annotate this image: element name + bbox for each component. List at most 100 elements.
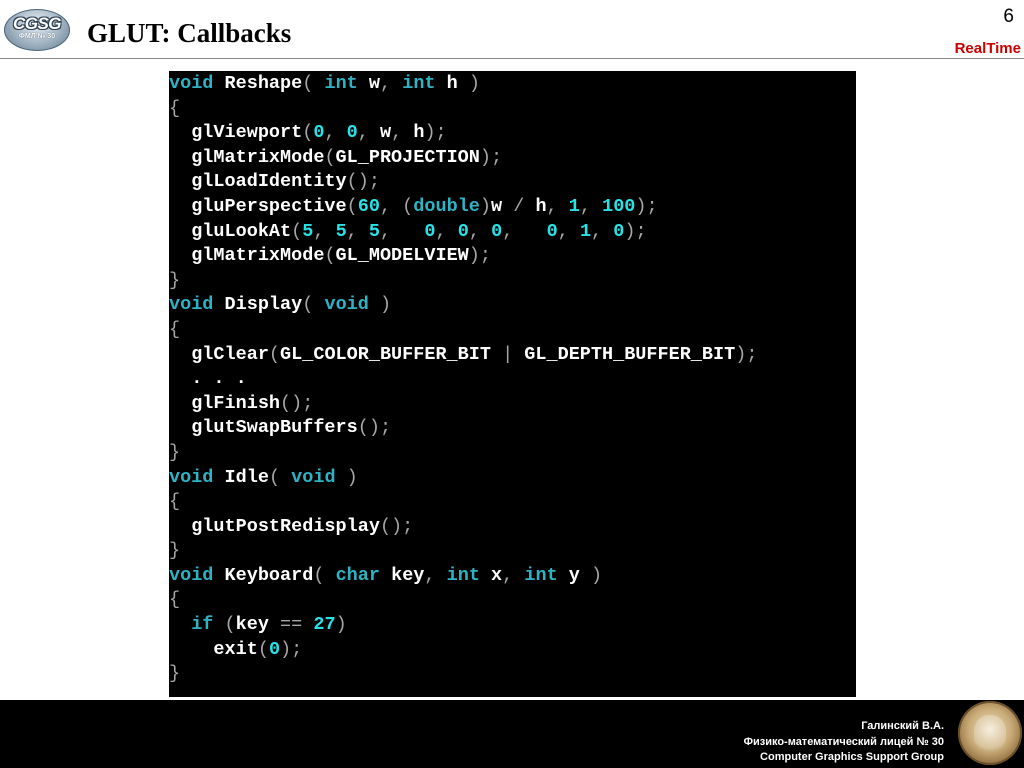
code-token: } — [169, 441, 181, 463]
code-token: int — [402, 73, 436, 94]
code-token: h — [535, 195, 547, 217]
code-token: 0 — [313, 122, 325, 144]
code-line: } — [169, 539, 856, 564]
code-token: glutSwapBuffers — [169, 417, 358, 439]
code-token: ) — [479, 195, 492, 217]
code-token: } — [169, 540, 181, 562]
code-token: 0 — [457, 220, 469, 242]
cgsg-logo: CGSG ФМЛ № 30 — [4, 9, 70, 51]
code-line: glViewport(0, 0, w, h); — [169, 121, 856, 146]
code-line: glMatrixMode(GL_MODELVIEW); — [169, 244, 856, 269]
code-line: exit(0); — [169, 638, 856, 663]
code-token: GL_PROJECTION — [335, 146, 480, 168]
code-token: 0 — [546, 220, 558, 242]
code-token: h — [413, 122, 425, 144]
code-token: glFinish — [169, 392, 281, 414]
code-token: ); — [280, 638, 303, 660]
code-token: char — [335, 564, 380, 586]
code-token: ); — [424, 122, 447, 144]
code-token: , — [380, 220, 425, 242]
code-line: void Display( void ) — [169, 293, 856, 318]
code-token: 60 — [357, 195, 380, 217]
code-line: . . . — [169, 367, 856, 392]
code-token: ( — [324, 245, 336, 267]
code-line: gluPerspective(60, (double)w / h, 1, 100… — [169, 195, 856, 220]
code-token: , — [357, 122, 380, 144]
code-token: ( — [313, 564, 336, 586]
seal-portrait — [974, 715, 1006, 751]
code-token: void — [169, 73, 214, 94]
code-token: , — [313, 220, 336, 242]
code-token: y — [557, 564, 580, 586]
code-token: int — [446, 564, 480, 586]
code-token: , — [324, 122, 347, 144]
code-lines: void Reshape( int w, int h ){ glViewport… — [169, 71, 856, 687]
code-line: glMatrixMode(GL_PROJECTION); — [169, 146, 856, 171]
code-token: Keyboard — [213, 564, 314, 586]
code-token: glutPostRedisplay — [169, 515, 380, 537]
page-number: 6 — [1003, 6, 1014, 27]
code-token: ); — [635, 195, 658, 217]
code-token: gluLookAt — [169, 220, 292, 242]
code-token: glClear — [169, 343, 269, 365]
code-token: 1 — [579, 220, 592, 242]
logo-text: CGSG — [12, 14, 62, 33]
code-token: glViewport — [169, 122, 303, 144]
code-token: gluPerspective — [169, 195, 347, 217]
code-line: void Keyboard( char key, int x, int y ) — [169, 564, 856, 589]
code-line: { — [169, 490, 856, 515]
code-token: , — [424, 564, 447, 586]
footer-author: Галинский В.А. — [861, 720, 944, 732]
code-listing: void Reshape( int w, int h ){ glViewport… — [169, 71, 856, 697]
code-line: glLoadIdentity(); — [169, 170, 856, 195]
code-token: ( — [291, 220, 303, 242]
code-token: ) — [579, 564, 603, 586]
code-token: GL_MODELVIEW — [335, 245, 469, 267]
code-token: 100 — [602, 195, 636, 217]
code-token: (); — [346, 171, 380, 193]
code-token: w — [491, 195, 503, 217]
code-token: (); — [280, 392, 314, 414]
code-token: , — [546, 195, 569, 217]
title-divider — [0, 58, 1024, 59]
code-token: , — [557, 220, 580, 242]
code-token: } — [169, 663, 181, 685]
code-token: void — [169, 564, 214, 586]
code-token: , — [435, 220, 458, 242]
code-token: glLoadIdentity — [169, 171, 347, 193]
code-token: glMatrixMode — [169, 245, 325, 267]
school-seal-icon — [958, 701, 1022, 765]
code-line: if (key == 27) — [169, 613, 856, 638]
code-token: ( — [324, 146, 336, 168]
code-token: , — [380, 73, 403, 94]
code-token: , — [391, 122, 414, 144]
code-token: , — [468, 220, 492, 242]
code-token: Display — [213, 294, 303, 316]
code-token: void — [291, 466, 336, 488]
code-line: } — [169, 269, 856, 294]
code-line: gluLookAt(5, 5, 5, 0, 0, 0, 0, 1, 0); — [169, 220, 856, 245]
code-token: 0 — [424, 220, 436, 242]
realtime-brand: RealTime — [954, 40, 1021, 57]
code-token: void — [169, 466, 214, 488]
code-token: ); — [479, 146, 503, 168]
code-token: ); — [468, 245, 491, 267]
logo-subtext: ФМЛ № 30 — [18, 33, 56, 40]
code-token: { — [169, 97, 181, 119]
code-token: 0 — [491, 220, 503, 242]
code-token: , — [502, 220, 547, 242]
code-token: , — [591, 220, 614, 242]
code-line: glClear(GL_COLOR_BUFFER_BIT | GL_DEPTH_B… — [169, 343, 856, 368]
code-token: GL_DEPTH_BUFFER_BIT — [524, 343, 736, 365]
code-token: 0 — [613, 220, 625, 242]
code-token: ( — [302, 122, 314, 144]
code-line: } — [169, 662, 856, 687]
code-token: int — [324, 73, 358, 94]
code-line: glutSwapBuffers(); — [169, 416, 856, 441]
code-line: { — [169, 588, 856, 613]
slide-title: GLUT: Callbacks — [87, 18, 292, 48]
code-token: , — [579, 195, 603, 217]
code-token: } — [169, 269, 181, 291]
code-token: 1 — [568, 195, 580, 217]
code-token: { — [169, 491, 181, 513]
